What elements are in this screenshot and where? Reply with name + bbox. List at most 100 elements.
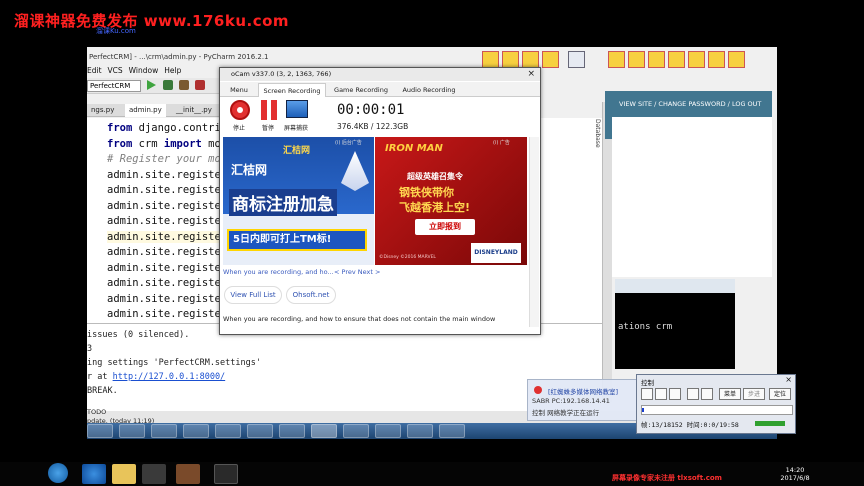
menu-edit[interactable]: Edit <box>87 66 102 78</box>
notification-line: SABR PC:192.168.14.41 <box>532 397 610 405</box>
tool-icon[interactable] <box>708 51 725 68</box>
clock-time: 14:20 <box>785 466 805 474</box>
inner-app-icon[interactable] <box>279 424 305 438</box>
tab-audio-recording[interactable]: Audio Recording <box>396 83 462 97</box>
ocam-tabs: Menu Screen Recording Game Recording Aud… <box>220 82 540 97</box>
site-banner-subtitle: 溜课Ku.com <box>96 27 136 35</box>
inner-start-icon[interactable] <box>87 424 113 438</box>
tool-icon[interactable] <box>568 51 585 68</box>
playback-progress[interactable] <box>641 405 793 415</box>
code-line: admin.site.register <box>107 292 228 305</box>
run-console: issues (0 silenced). 3 ing settings 'Per… <box>87 323 602 411</box>
tool-icon[interactable] <box>628 51 645 68</box>
ocam-scrollbar[interactable] <box>529 137 539 327</box>
tab-settings[interactable]: ngs.py <box>87 104 118 117</box>
inner-folder-icon[interactable] <box>151 424 177 438</box>
stop-icon[interactable] <box>669 388 681 400</box>
inner-cmd-icon[interactable] <box>407 424 433 438</box>
menu-vcs[interactable]: VCS <box>108 66 123 78</box>
ocam-title: oCam v337.0 (3, 2, 1363, 766) <box>220 68 540 81</box>
ad-banner-left[interactable]: (i) 后台广告 汇桔网 汇桔网 商标注册加急 5日内即可打上TM标! <box>223 137 374 265</box>
prev-next-links[interactable]: < Prev Next > <box>334 268 380 276</box>
tool-icon[interactable] <box>542 51 559 68</box>
play-icon[interactable] <box>641 388 653 400</box>
ad-brand-large: 汇桔网 <box>231 163 268 177</box>
tool-icon[interactable] <box>728 51 745 68</box>
pause-label: 暂停 <box>262 125 275 132</box>
run-icon[interactable] <box>147 80 156 90</box>
ad-line: 飞越香港上空! <box>399 201 471 214</box>
pause-icon[interactable] <box>655 388 667 400</box>
app-icon[interactable] <box>176 464 200 484</box>
menu-window[interactable]: Window <box>129 66 159 78</box>
inner-pycharm-icon[interactable] <box>311 424 337 438</box>
inner-qq-icon[interactable] <box>247 424 273 438</box>
step-button[interactable]: 步进 <box>743 388 765 400</box>
control-panel-title: 控制 <box>641 379 654 387</box>
database-side-strip[interactable] <box>602 102 612 402</box>
admin-content <box>612 117 772 277</box>
tool-icon[interactable] <box>688 51 705 68</box>
inner-app-icon[interactable] <box>375 424 401 438</box>
ad-mark: (i) 广告 <box>493 140 510 146</box>
code-line: admin.site.register <box>107 168 228 181</box>
folder-icon[interactable] <box>112 464 136 484</box>
tab-init[interactable]: __init__.py <box>172 104 216 117</box>
close-icon[interactable]: × <box>527 68 535 81</box>
tool-icon[interactable] <box>648 51 665 68</box>
inner-media-icon[interactable] <box>183 424 209 438</box>
ad-cta-button[interactable]: 立即报到 <box>415 219 475 235</box>
locate-button[interactable]: 定位 <box>769 388 791 400</box>
view-full-list-button[interactable]: View Full List <box>224 286 282 304</box>
record-stop-icon[interactable] <box>230 100 250 120</box>
inner-app-icon[interactable] <box>439 424 465 438</box>
clock-date: 2017/6/8 <box>780 474 810 482</box>
tool-icon[interactable] <box>668 51 685 68</box>
ad-line: 钢铁侠带你 <box>399 186 454 199</box>
run-config-select[interactable]: PerfectCRM <box>87 80 141 92</box>
tip-link[interactable]: When you are recording, and ho... <box>223 268 334 276</box>
stop-icon[interactable] <box>195 80 205 90</box>
notification-popup[interactable]: [红蜘蛛多媒体网络教室] SABR PC:192.168.14.41 控制 网络… <box>527 379 647 421</box>
frame-time-status: 帧:13/18152 时间:0:0/19:58 <box>641 421 739 429</box>
console-line: 3 <box>87 344 93 354</box>
server-link[interactable]: http://127.0.0.1:8000/ <box>113 372 226 382</box>
tab-menu[interactable]: Menu <box>224 83 254 97</box>
tab-game-recording[interactable]: Game Recording <box>328 83 394 97</box>
recorder-icon[interactable] <box>214 464 238 484</box>
ad-line: 超级英雄召集令 <box>407 172 463 181</box>
inner-chrome-icon[interactable] <box>215 424 241 438</box>
volume-slider[interactable] <box>755 421 785 426</box>
menu-button[interactable]: 菜单 <box>719 388 741 400</box>
tool-icon[interactable] <box>482 51 499 68</box>
ad-mark: (i) 后台广告 <box>335 140 362 146</box>
admin-header-links[interactable]: VIEW SITE / CHANGE PASSWORD / LOG OUT <box>612 91 772 117</box>
ie-icon[interactable] <box>82 464 106 484</box>
rocket-icon <box>341 151 369 191</box>
debug-icon[interactable] <box>163 80 173 90</box>
inner-app-icon[interactable] <box>343 424 369 438</box>
screenshot-icon[interactable] <box>286 100 308 118</box>
stop-label: 停止 <box>233 125 246 132</box>
media-player-icon[interactable] <box>142 464 166 484</box>
console-line: BREAK. <box>87 386 118 396</box>
tab-screen-recording[interactable]: Screen Recording <box>258 83 326 97</box>
tool-icon[interactable] <box>522 51 539 68</box>
fullscreen-icon[interactable] <box>687 388 699 400</box>
tab-admin[interactable]: admin.py <box>125 104 166 117</box>
coverage-icon[interactable] <box>179 80 189 90</box>
cmd-window-header <box>615 279 735 293</box>
close-icon[interactable]: × <box>785 375 792 384</box>
window-icon[interactable] <box>701 388 713 400</box>
menu-help[interactable]: Help <box>164 66 181 78</box>
todo-tab[interactable]: TODO <box>87 408 106 416</box>
pause-icon[interactable] <box>260 100 278 120</box>
tool-icon[interactable] <box>608 51 625 68</box>
tool-icon[interactable] <box>502 51 519 68</box>
ad-banner-right[interactable]: (i) 广告 IRON MAN 超级英雄召集令 钢铁侠带你 飞越香港上空! 立即… <box>375 137 527 265</box>
taskbar-clock[interactable]: 14:20 2017/6/8 <box>770 466 820 482</box>
code-line: from django.contrib <box>107 122 228 134</box>
ohsoft-button[interactable]: Ohsoft.net <box>286 286 336 304</box>
inner-ie-icon[interactable] <box>119 424 145 438</box>
start-icon[interactable] <box>48 463 68 483</box>
